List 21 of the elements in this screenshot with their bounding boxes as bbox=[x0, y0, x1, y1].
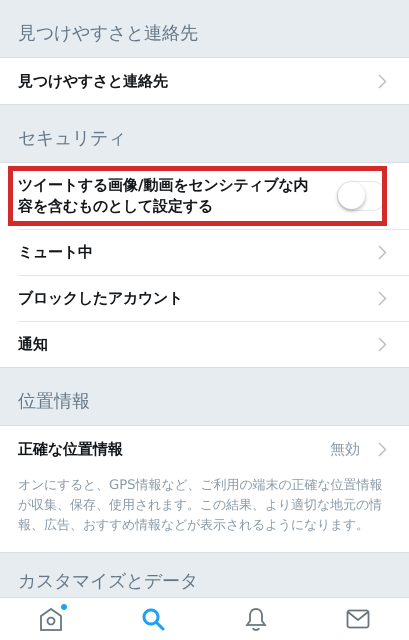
row-label: 正確な位置情報 bbox=[18, 438, 124, 460]
toggle-label: ツイートする画像/動画をセンシティブな内容を含むものとして設定する bbox=[18, 175, 310, 217]
chevron-icon bbox=[378, 290, 387, 306]
chevron-icon bbox=[378, 244, 387, 260]
row-label: ミュート中 bbox=[18, 242, 94, 262]
settings-row[interactable]: ブロックしたアカウント bbox=[0, 275, 409, 321]
chevron-icon bbox=[378, 74, 387, 88]
chevron-icon bbox=[378, 336, 387, 352]
bell-icon bbox=[244, 606, 267, 632]
settings-row[interactable]: 正確な位置情報 無効 bbox=[0, 426, 409, 472]
settings-row[interactable]: 通知 bbox=[0, 321, 409, 367]
row-value: 無効 bbox=[330, 440, 360, 458]
settings-row[interactable]: ミュート中 bbox=[0, 229, 409, 275]
mail-icon bbox=[346, 609, 370, 629]
settings-row[interactable]: 見つけやすさと連絡先 bbox=[0, 58, 409, 104]
row-label: 通知 bbox=[18, 334, 49, 354]
chevron-icon bbox=[378, 442, 387, 456]
row-label: 見つけやすさと連絡先 bbox=[18, 70, 169, 92]
home-icon bbox=[39, 606, 64, 632]
search-icon bbox=[141, 607, 166, 631]
row-label: ブロックしたアカウント bbox=[18, 288, 184, 308]
